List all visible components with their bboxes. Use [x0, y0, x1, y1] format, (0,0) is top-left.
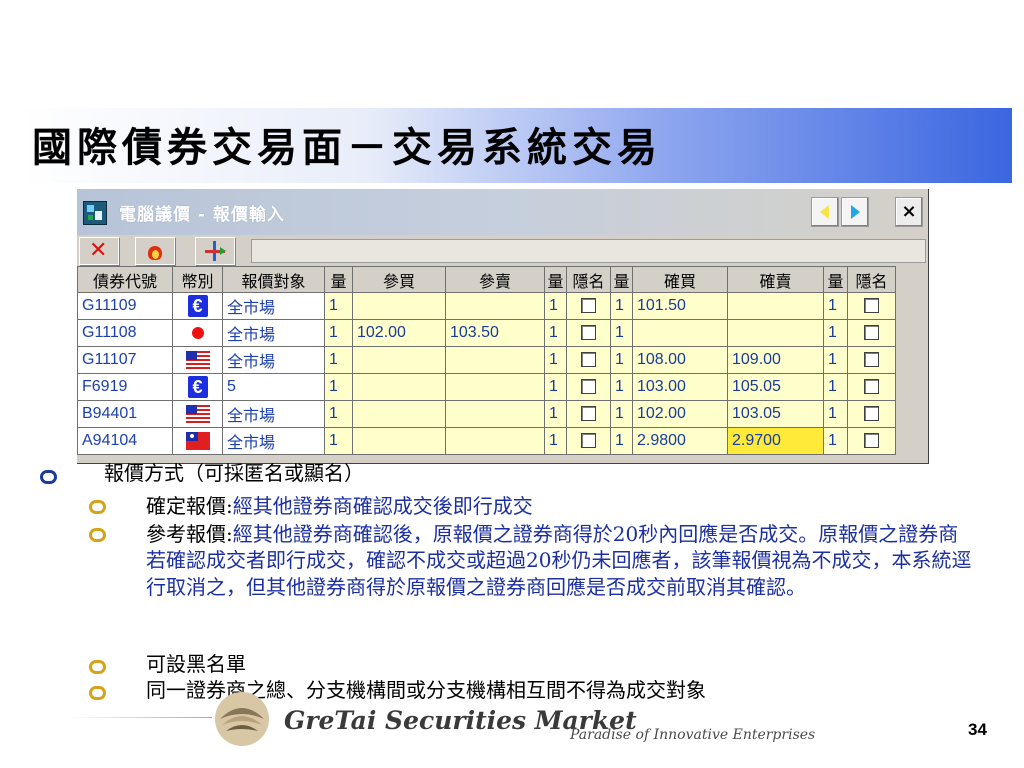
reference-quote-label: 參考報價: — [146, 522, 233, 546]
gretai-logo-icon — [215, 692, 269, 746]
bullet-ring-icon — [89, 660, 106, 674]
bullet-ring-icon — [89, 500, 106, 514]
reference-quote-text: 經其他證券商確認後，原報價之證券商得於20秒內回應是否成交。原報價之證券商若確認… — [146, 522, 972, 599]
bullet-ring-icon — [40, 470, 57, 484]
main-bullet-text: 報價方式（可採匿名或顯名） — [104, 461, 364, 485]
sub-bullet-reference-quote: 參考報價:經其他證券商確認後，原報價之證券商得於20秒內回應是否成交。原報價之證… — [146, 521, 976, 600]
footer-divider — [70, 717, 212, 718]
firm-quote-text: 經其他證券商確認成交後即行成交 — [232, 494, 533, 518]
sub-bullet-firm-quote: 確定報價:經其他證券商確認成交後即行成交 — [146, 493, 533, 519]
footer-tagline: Paradise of Innovative Enterprises — [570, 727, 816, 743]
firm-quote-label: 確定報價: — [146, 494, 233, 518]
page-number: 34 — [968, 720, 987, 739]
bullet-ring-icon — [89, 528, 106, 542]
slide-content: 報價方式（可採匿名或顯名） 確定報價:經其他證券商確認成交後即行成交 參考報價:… — [0, 0, 1024, 768]
sub-bullet-blacklist: 可設黑名單 — [146, 652, 246, 676]
bullet-ring-icon — [89, 686, 106, 700]
